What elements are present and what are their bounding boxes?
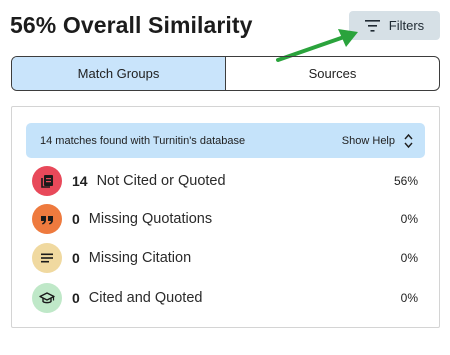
lines-icon	[41, 253, 53, 263]
show-help-toggle[interactable]: Show Help	[342, 133, 413, 149]
group-row-missing-citation[interactable]: 0 Missing Citation 0%	[32, 243, 418, 273]
group-count: 0	[72, 250, 80, 266]
group-row-cited-and-quoted[interactable]: 0 Cited and Quoted 0%	[32, 283, 418, 313]
group-count: 0	[72, 211, 80, 227]
expand-collapse-icon	[404, 133, 413, 148]
show-help-label: Show Help	[341, 134, 395, 147]
group-count: 14	[72, 173, 88, 189]
group-row-not-cited[interactable]: 14 Not Cited or Quoted 56%	[32, 166, 418, 196]
group-icon-bg	[32, 283, 62, 313]
group-percent: 0%	[400, 212, 418, 226]
matches-info-bar: 14 matches found with Turnitin's databas…	[26, 123, 425, 158]
tab-sources[interactable]: Sources	[226, 57, 439, 90]
group-icon-bg	[32, 243, 62, 273]
matches-summary: 14 matches found with Turnitin's databas…	[40, 134, 246, 147]
group-label: Missing Quotations	[88, 211, 213, 227]
group-percent: 0%	[400, 251, 418, 265]
view-tabs: Match Groups Sources	[11, 56, 440, 91]
copy-icon	[41, 175, 53, 188]
tab-match-groups[interactable]: Match Groups	[12, 57, 226, 90]
group-label: Missing Citation	[88, 250, 192, 266]
filters-label: Filters	[388, 18, 425, 33]
graduation-cap-icon	[39, 292, 55, 304]
page-title: 56% Overall Similarity	[10, 12, 253, 38]
group-label: Not Cited or Quoted	[96, 173, 226, 189]
quote-icon	[41, 216, 53, 225]
group-label: Cited and Quoted	[88, 290, 203, 306]
group-count: 0	[72, 290, 80, 306]
group-icon-bg	[32, 204, 62, 234]
match-groups-panel: 14 matches found with Turnitin's databas…	[11, 106, 440, 328]
group-icon-bg	[32, 166, 62, 196]
group-percent: 56%	[393, 174, 418, 188]
similarity-panel: 56% Overall Similarity Filters Match Gro…	[0, 0, 450, 355]
group-row-missing-quotations[interactable]: 0 Missing Quotations 0%	[32, 204, 418, 234]
group-percent: 0%	[400, 291, 418, 305]
